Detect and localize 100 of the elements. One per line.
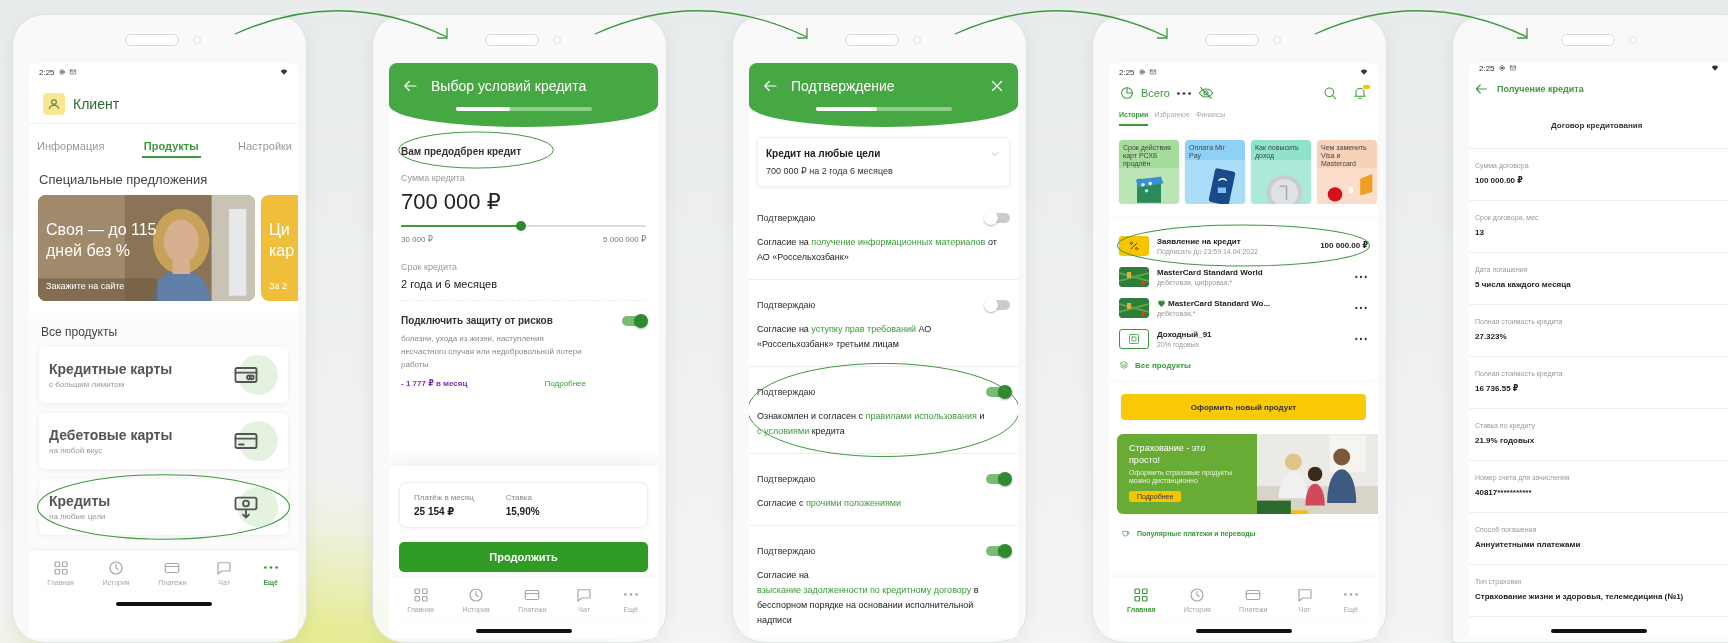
consent-label: Подтверждаю — [757, 213, 816, 223]
consent-text: Согласие на взыскание задолженности по кредитному договору в бесспорном порядке на основании исполнительной надписи — [757, 569, 980, 627]
field-label: Срок кредита — [401, 262, 458, 272]
toggle-switch[interactable] — [986, 474, 1010, 484]
cup-icon — [1121, 528, 1131, 538]
offer-title: Ци кар — [269, 220, 295, 261]
speaker-slot — [124, 34, 179, 46]
chat-icon — [575, 586, 594, 604]
balance-title[interactable]: Всего — [1141, 87, 1170, 99]
product-amount: 100 000.00 ₽ — [1320, 241, 1368, 250]
section-title: Специальные предложения — [38, 171, 209, 189]
all-products-link[interactable]: Все продукты — [1135, 360, 1191, 370]
search-icon[interactable] — [1322, 85, 1338, 101]
new-product-button[interactable]: Оформить новый продукт — [1121, 394, 1366, 420]
consent-text: Согласие с прочими положениями — [757, 497, 903, 510]
consent-link[interactable]: взыскание задолженности по кредитному договору — [757, 585, 972, 595]
status-time: 2:25 — [39, 67, 55, 77]
product-title: MasterCard Standard Wo... — [1168, 298, 1271, 308]
consent-label: Подтверждаю — [757, 300, 816, 310]
consent-link[interactable]: получение информационных материалов — [811, 237, 986, 247]
banner-title: Страхование - это просто! — [1129, 442, 1207, 466]
slider-thumb[interactable] — [516, 221, 527, 231]
screen-title: Выбор условий кредита — [431, 78, 587, 94]
approval-note: Вам предодбрен кредит — [401, 146, 522, 157]
grid-icon — [411, 586, 430, 604]
camera-dot — [1272, 36, 1281, 44]
profile-name: Клиент — [73, 96, 120, 112]
bell-icon[interactable] — [1352, 85, 1368, 101]
field-value: Аннуитетными платежами — [1475, 540, 1582, 549]
more-icon[interactable] — [1354, 274, 1368, 279]
details-link[interactable]: Подробнее — [544, 379, 586, 388]
field-value: 16 736.55 ₽ — [1475, 384, 1520, 393]
back-icon[interactable] — [1473, 81, 1489, 97]
product-subtitle: на любые цели — [49, 512, 107, 521]
loan-card[interactable]: Кредит на любые цели 700 000 ₽ на 2 года 6 месяцев — [757, 137, 1010, 187]
mail-icon — [1148, 68, 1157, 76]
price-note: - 1 777 ₽ в месяц — [401, 379, 468, 388]
contract-title: Договор кредитования — [1469, 107, 1728, 149]
mail-icon — [68, 68, 77, 76]
field-value: 2 года и 6 месяцев — [401, 278, 499, 290]
field-value: 100 000.00 ₽ — [1475, 176, 1524, 185]
product-card[interactable]: Кредиты на любые цели — [39, 479, 288, 535]
tab[interactable]: Продукты — [141, 136, 201, 158]
person-icon — [43, 93, 65, 115]
more-icon — [1342, 592, 1359, 597]
bank-card-icon — [1119, 266, 1149, 287]
consent-link[interactable]: с условиями — [757, 426, 810, 436]
consent-link[interactable]: уступку прав требований — [811, 324, 916, 334]
offer-card[interactable]: Своя — до 115 дней без % Закажите на сайте — [38, 195, 255, 301]
product-title: Заявление на кредит — [1157, 236, 1241, 246]
toggle-switch[interactable] — [986, 213, 1010, 223]
toggle-switch[interactable] — [622, 315, 646, 326]
product-title: Кредиты — [49, 493, 112, 509]
location-icon — [1137, 68, 1146, 76]
more-icon[interactable] — [1354, 336, 1368, 341]
clock-icon — [467, 586, 486, 604]
summary-value: 25 154 ₽ — [414, 506, 456, 517]
location-icon — [1497, 64, 1506, 72]
tab[interactable]: Настройки — [236, 136, 294, 158]
toggle-switch[interactable] — [986, 387, 1010, 397]
hidden-eye-icon[interactable] — [1197, 85, 1214, 101]
continue-button[interactable]: Продолжить — [399, 542, 648, 572]
toggle-switch[interactable] — [986, 300, 1010, 310]
more-icon — [262, 565, 279, 570]
wifi-icon — [1360, 68, 1368, 76]
clock-icon — [107, 559, 126, 577]
product-title: Доходный_91 — [1157, 329, 1212, 339]
more-icon[interactable] — [1354, 305, 1368, 310]
section-title: Все продукты — [40, 324, 119, 341]
summary-value: 15,90% — [505, 506, 540, 517]
banknote-icon — [232, 487, 278, 527]
tab[interactable]: Информация — [35, 136, 107, 158]
range-min: 30 000 ₽ — [401, 235, 433, 244]
consent-label: Подтверждаю — [757, 474, 816, 484]
product-card[interactable]: Дебетовые карты на любой вкус — [39, 413, 288, 469]
loan-title: Кредит на любые цели — [766, 148, 882, 159]
product-title: Дебетовые карты — [49, 427, 174, 443]
range-max: 5 000 000 ₽ — [603, 235, 646, 244]
grid-icon — [51, 559, 70, 577]
product-card[interactable]: Кредитные карты с большим лимитом — [39, 347, 288, 403]
consent-link[interactable]: прочими положениями — [805, 498, 902, 508]
speaker-slot — [1204, 34, 1259, 46]
field-value: Страхование жизни и здоровья, телемедицина (№1) — [1475, 592, 1685, 601]
option-description: болезни, ухода из жизни, наступления несчастного случая или недобровольной потери работы — [401, 333, 583, 371]
deposit-icon — [1119, 328, 1149, 349]
offer-title: Своя — до 115 дней без % — [46, 220, 157, 261]
status-time: 2:25 — [1479, 63, 1495, 73]
field-value: 5 числа каждого месяца — [1475, 280, 1572, 289]
credit-card-icon — [232, 355, 278, 395]
consent-text: Согласие на уступку прав требований АО «Россельхозбанк» третьим лицам — [757, 323, 933, 351]
product-subtitle: с большим лимитом — [49, 380, 126, 389]
product-title: Кредитные карты — [49, 361, 174, 377]
more-icon[interactable] — [1175, 90, 1192, 96]
chat-icon — [1295, 586, 1314, 604]
more-icon — [622, 592, 639, 597]
consent-label: Подтверждаю — [757, 387, 816, 397]
chat-icon — [215, 559, 234, 577]
toggle-switch[interactable] — [986, 546, 1010, 556]
consent-link[interactable]: правилами использования — [865, 411, 977, 421]
option-title: Подключить защиту от рисков — [401, 315, 553, 326]
